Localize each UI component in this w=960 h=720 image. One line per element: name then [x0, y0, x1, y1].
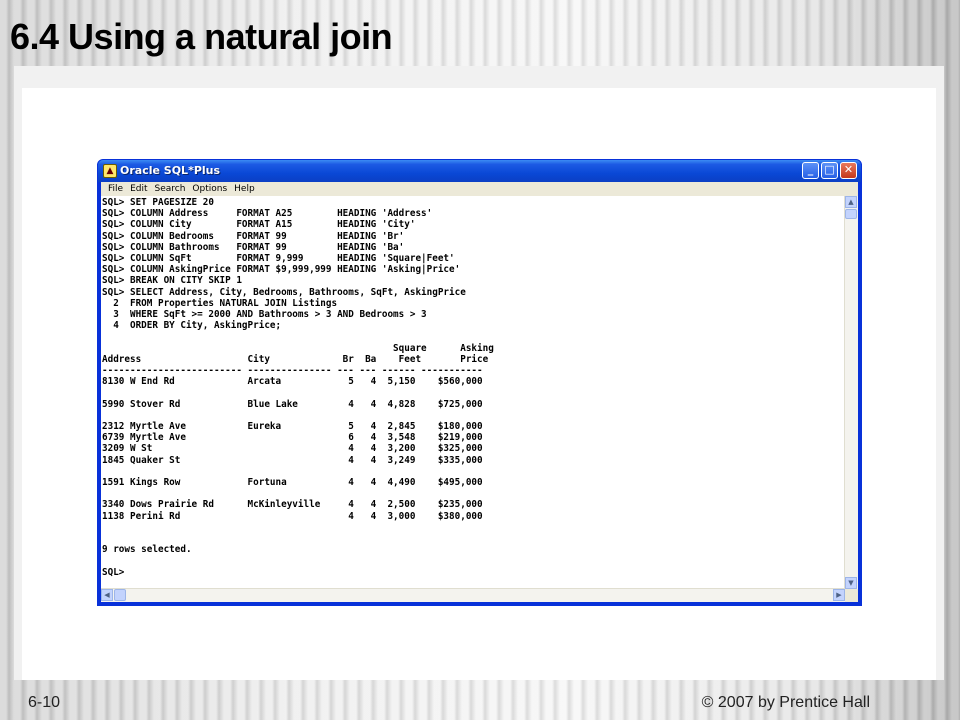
console-output-area[interactable]: SQL> SET PAGESIZE 20 SQL> COLUMN Address… — [101, 196, 858, 602]
console-line: Square Asking — [102, 342, 494, 354]
console-text[interactable]: SQL> SET PAGESIZE 20 SQL> COLUMN Address… — [102, 197, 844, 589]
vertical-scroll-thumb[interactable] — [845, 209, 857, 219]
console-line: SQL> COLUMN Address FORMAT A25 HEADING '… — [102, 208, 433, 220]
vertical-scrollbar[interactable]: ▲ ▼ — [844, 196, 858, 589]
console-line: 1138 Perini Rd 4 4 3,000 $380,000 — [102, 510, 483, 522]
console-line: SQL> COLUMN SqFt FORMAT 9,999 HEADING 'S… — [102, 253, 455, 265]
scroll-down-arrow-icon[interactable]: ▼ — [845, 577, 857, 589]
maximize-button[interactable]: □ — [821, 162, 838, 179]
console-line: 3209 W St 4 4 3,200 $325,000 — [102, 443, 483, 455]
console-line: 1845 Quaker St 4 4 3,249 $335,000 — [102, 454, 483, 466]
console-line: 4 ORDER BY City, AskingPrice; — [102, 320, 282, 332]
console-line: SQL> SET PAGESIZE 20 — [102, 197, 214, 208]
window-titlebar[interactable]: ▲ Oracle SQL*Plus _ □ ✕ — [98, 160, 861, 182]
console-line: 9 rows selected. — [102, 544, 192, 556]
menu-file[interactable]: File — [105, 182, 127, 196]
console-line: SQL> BREAK ON CITY SKIP 1 — [102, 275, 242, 287]
console-line: 5990 Stover Rd Blue Lake 4 4 4,828 $725,… — [102, 398, 483, 410]
console-line: SQL> COLUMN Bedrooms FORMAT 99 HEADING '… — [102, 230, 405, 242]
console-line: SQL> COLUMN City FORMAT A15 HEADING 'Cit… — [102, 219, 416, 231]
horizontal-scroll-thumb[interactable] — [114, 589, 126, 601]
scroll-right-arrow-icon[interactable]: ▶ — [833, 589, 845, 601]
console-line: SQL> SELECT Address, City, Bedrooms, Bat… — [102, 286, 466, 298]
minimize-button[interactable]: _ — [802, 162, 819, 179]
console-line: ------------------------- --------------… — [102, 365, 483, 377]
sqlplus-app-icon[interactable]: ▲ — [103, 164, 117, 178]
console-line: SQL> COLUMN AskingPrice FORMAT $9,999,99… — [102, 264, 461, 276]
menu-search[interactable]: Search — [152, 182, 190, 196]
copyright-notice: © 2007 by Prentice Hall — [701, 694, 870, 711]
console-line: SQL> COLUMN Bathrooms FORMAT 99 HEADING … — [102, 241, 405, 253]
console-line: 3 WHERE SqFt >= 2000 AND Bathrooms > 3 A… — [102, 309, 427, 321]
console-line: 2312 Myrtle Ave Eureka 5 4 2,845 $180,00… — [102, 421, 483, 433]
slide-number: 6-10 — [28, 694, 61, 711]
size-grip — [845, 589, 858, 602]
console-line: 2 FROM Properties NATURAL JOIN Listings — [102, 297, 338, 309]
slide-title: 6.4 Using a natural join — [10, 16, 393, 57]
console-line: 1591 Kings Row Fortuna 4 4 4,490 $495,00… — [102, 477, 483, 489]
scroll-left-arrow-icon[interactable]: ◀ — [101, 589, 113, 601]
sqlplus-window: ▲ Oracle SQL*Plus _ □ ✕ File Edit Search… — [97, 159, 862, 606]
console-line: SQL> — [102, 566, 125, 578]
scroll-up-arrow-icon[interactable]: ▲ — [845, 196, 857, 208]
menu-help[interactable]: Help — [231, 182, 259, 196]
close-button[interactable]: ✕ — [840, 162, 857, 179]
window-title: Oracle SQL*Plus — [120, 164, 221, 177]
menu-bar: File Edit Search Options Help — [101, 182, 858, 196]
menu-edit[interactable]: Edit — [127, 182, 151, 196]
console-line: 8130 W End Rd Arcata 5 4 5,150 $560,000 — [102, 376, 483, 388]
console-line: 3340 Dows Prairie Rd McKinleyville 4 4 2… — [102, 499, 483, 511]
console-line: 6739 Myrtle Ave 6 4 3,548 $219,000 — [102, 432, 483, 444]
console-line: Address City Br Ba Feet Price — [102, 353, 489, 365]
horizontal-scrollbar[interactable]: ◀ ▶ — [101, 588, 845, 602]
menu-options[interactable]: Options — [189, 182, 231, 196]
